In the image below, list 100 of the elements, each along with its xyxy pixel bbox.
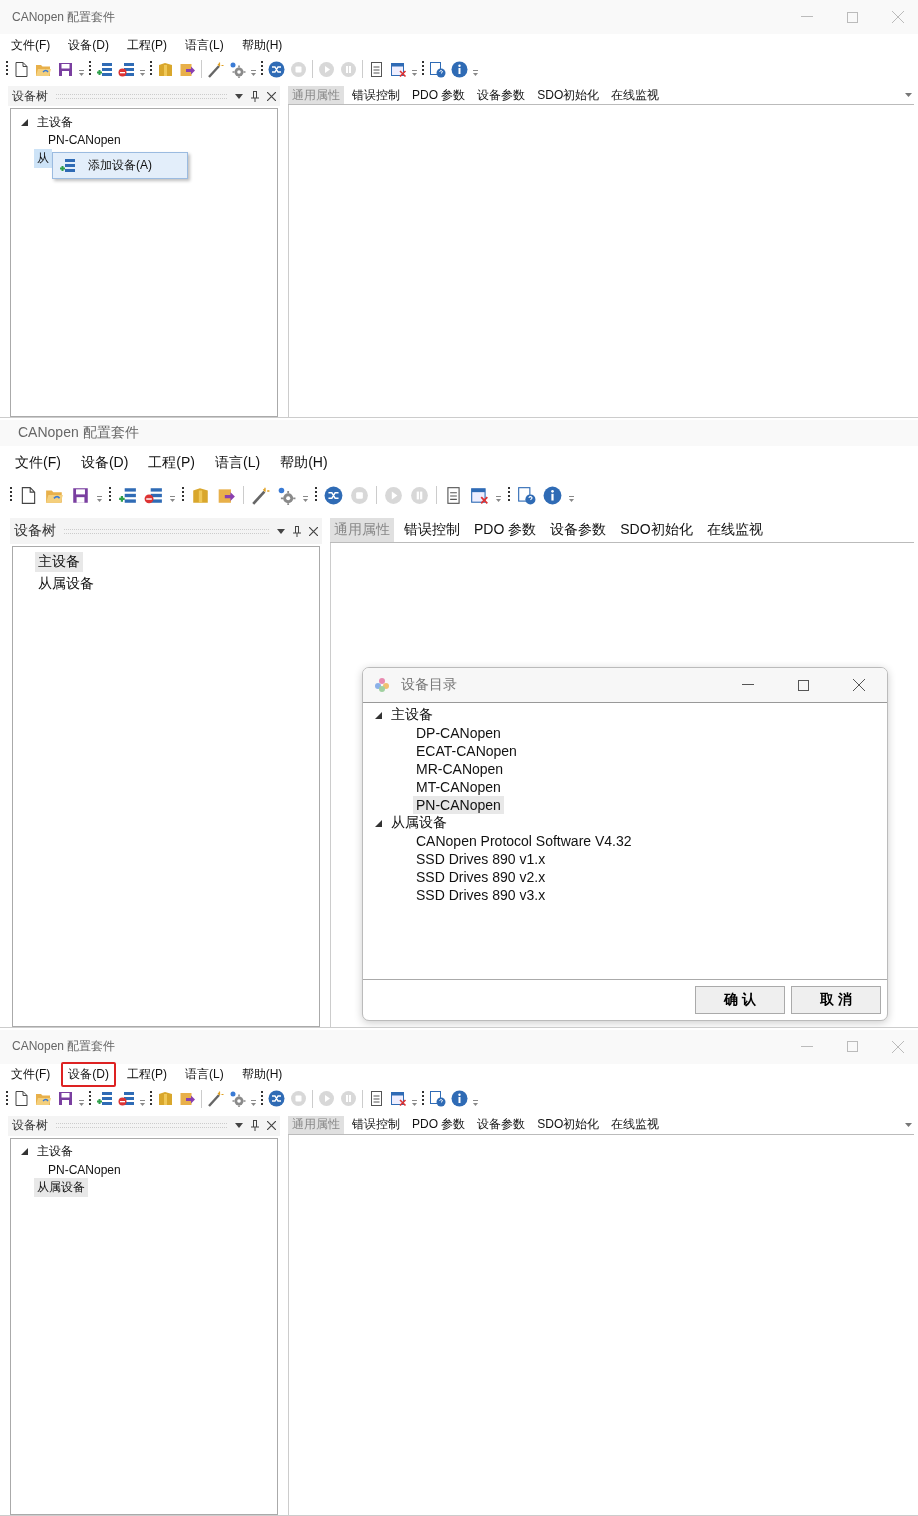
magic-wand-icon[interactable] xyxy=(251,485,270,505)
document-icon[interactable] xyxy=(368,1090,385,1108)
tab[interactable]: SDO初始化 xyxy=(533,86,604,104)
tab[interactable]: SDO初始化 xyxy=(533,1115,604,1134)
remove-list-icon[interactable] xyxy=(144,485,163,505)
tab[interactable]: 错误控制 xyxy=(400,518,464,543)
menu-item[interactable]: 文件(F) xyxy=(8,450,68,477)
pin-icon[interactable] xyxy=(251,90,259,102)
tab[interactable]: PDO 参数 xyxy=(408,1115,470,1134)
new-file-icon[interactable] xyxy=(13,60,30,78)
dropdown-icon[interactable] xyxy=(235,1123,243,1129)
menu-item[interactable]: 设备(D) xyxy=(61,32,116,58)
tab[interactable]: 设备参数 xyxy=(473,1115,530,1134)
table-delete-icon[interactable] xyxy=(470,485,489,505)
menu-item[interactable]: 帮助(H) xyxy=(234,32,290,58)
add-list-icon[interactable] xyxy=(96,60,113,78)
menu-item[interactable]: 设备(D) xyxy=(61,1062,116,1088)
menu-item[interactable]: 语言(L) xyxy=(208,450,268,477)
new-file-icon[interactable] xyxy=(19,485,38,505)
save-icon[interactable] xyxy=(71,485,90,505)
menu-item[interactable]: 工程(P) xyxy=(120,32,174,58)
shuffle-circle-icon[interactable] xyxy=(324,485,343,505)
dropdown-icon[interactable] xyxy=(235,93,243,99)
pin-icon[interactable] xyxy=(293,525,301,537)
save-icon[interactable] xyxy=(57,60,74,78)
tree-item[interactable]: 从属设备 xyxy=(35,574,97,595)
menu-item[interactable]: 帮助(H) xyxy=(273,450,335,477)
dialog-button[interactable]: 取 消 xyxy=(791,986,881,1015)
tab[interactable]: 在线监视 xyxy=(607,1115,664,1134)
menu-item[interactable]: 语言(L) xyxy=(178,32,231,58)
remove-list-icon[interactable] xyxy=(118,1090,135,1108)
tab[interactable]: 设备参数 xyxy=(546,518,611,543)
menu-item[interactable]: 语言(L) xyxy=(178,1062,231,1088)
export-icon[interactable] xyxy=(179,1090,196,1108)
menu-item[interactable]: 设备(D) xyxy=(73,450,136,477)
save-icon[interactable] xyxy=(57,1090,74,1108)
expanded-arrow-icon[interactable] xyxy=(375,819,382,827)
tree-item[interactable]: 主设备 xyxy=(35,552,83,573)
menu-item[interactable]: 工程(P) xyxy=(141,450,202,477)
tab[interactable]: PDO 参数 xyxy=(408,86,470,104)
table-delete-icon[interactable] xyxy=(390,60,407,78)
tree-item[interactable]: PN-CANopen xyxy=(45,1161,124,1178)
add-list-icon[interactable] xyxy=(96,1090,113,1108)
tree-item[interactable]: SSD Drives 890 v1.x xyxy=(413,850,549,869)
table-delete-icon[interactable] xyxy=(390,1090,407,1108)
tab[interactable]: 错误控制 xyxy=(348,86,404,104)
info-icon[interactable] xyxy=(451,1090,468,1108)
tree-item[interactable]: MT-CANopen xyxy=(413,778,504,797)
tree-item[interactable]: SSD Drives 890 v3.x xyxy=(413,886,549,905)
shuffle-circle-icon[interactable] xyxy=(268,1090,285,1108)
menu-item[interactable]: 文件(F) xyxy=(4,1062,58,1088)
tree-item[interactable]: MR-CANopen xyxy=(413,760,507,779)
tab-overflow-icon[interactable] xyxy=(905,93,912,97)
shuffle-circle-icon[interactable] xyxy=(268,60,285,78)
tree-item[interactable]: PN-CANopen xyxy=(45,132,124,148)
info-icon[interactable] xyxy=(543,485,562,505)
tree-item[interactable]: ECAT-CANopen xyxy=(413,742,520,761)
magic-wand-icon[interactable] xyxy=(207,1090,224,1108)
tab[interactable]: SDO初始化 xyxy=(616,518,697,543)
dialog-button[interactable]: 确 认 xyxy=(695,986,785,1015)
tree-item[interactable]: 从 xyxy=(34,148,52,168)
tree-item[interactable]: 从属设备 xyxy=(34,1178,88,1198)
menu-item[interactable]: 帮助(H) xyxy=(234,1062,290,1088)
document-icon[interactable] xyxy=(368,60,385,78)
tab[interactable]: 错误控制 xyxy=(348,1115,404,1134)
pin-icon[interactable] xyxy=(251,1120,259,1132)
expanded-arrow-icon[interactable] xyxy=(375,711,382,719)
maximize-icon[interactable] xyxy=(798,679,809,691)
close-icon[interactable] xyxy=(309,526,318,536)
tab[interactable]: 在线监视 xyxy=(702,518,767,543)
tree-item[interactable]: SSD Drives 890 v2.x xyxy=(413,868,549,887)
close-icon[interactable] xyxy=(267,1121,276,1131)
tree-item[interactable]: CANopen Protocol Software V4.32 xyxy=(413,832,635,851)
dropdown-icon[interactable] xyxy=(277,528,285,534)
close-icon[interactable] xyxy=(267,91,276,101)
tree-item[interactable]: PN-CANopen xyxy=(413,796,504,815)
gears-icon[interactable] xyxy=(229,60,246,78)
context-menu-item[interactable]: 添加设备(A) xyxy=(53,153,187,178)
expanded-arrow-icon[interactable] xyxy=(21,118,28,126)
tree-item[interactable]: 主设备 xyxy=(388,705,436,726)
tree-item[interactable]: 主设备 xyxy=(34,112,76,132)
help-document-icon[interactable] xyxy=(429,1090,446,1108)
tree-item[interactable]: DP-CANopen xyxy=(413,724,504,743)
tab[interactable]: PDO 参数 xyxy=(470,518,541,543)
magic-wand-icon[interactable] xyxy=(207,60,224,78)
minimize-icon[interactable] xyxy=(742,684,754,687)
gears-icon[interactable] xyxy=(229,1090,246,1108)
expanded-arrow-icon[interactable] xyxy=(21,1148,28,1156)
tab[interactable]: 设备参数 xyxy=(473,86,530,104)
help-document-icon[interactable] xyxy=(429,60,446,78)
document-icon[interactable] xyxy=(444,485,463,505)
menu-item[interactable]: 工程(P) xyxy=(120,1062,174,1088)
help-document-icon[interactable] xyxy=(517,485,536,505)
tab-overflow-icon[interactable] xyxy=(905,1122,912,1127)
info-icon[interactable] xyxy=(451,60,468,78)
tab[interactable]: 在线监视 xyxy=(607,86,664,104)
remove-list-icon[interactable] xyxy=(118,60,135,78)
tree-item[interactable]: 从属设备 xyxy=(388,813,450,834)
tree-item[interactable]: 主设备 xyxy=(34,1142,76,1162)
gears-icon[interactable] xyxy=(277,485,296,505)
